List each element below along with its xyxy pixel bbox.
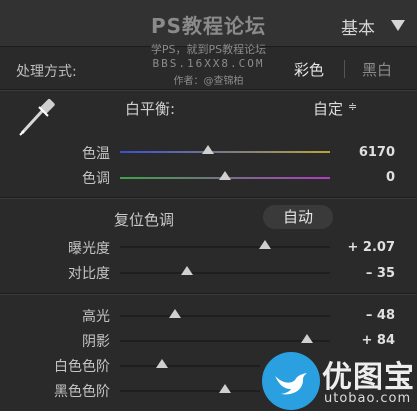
reset-tone-label[interactable]: 复位色调 bbox=[114, 209, 174, 230]
whites-slider[interactable] bbox=[120, 359, 260, 368]
shadows-value[interactable]: + 84 bbox=[361, 333, 395, 348]
panel-title: 基本 bbox=[341, 19, 375, 39]
highlights-slider[interactable] bbox=[120, 309, 330, 318]
exposure-slider-thumb[interactable] bbox=[258, 240, 271, 249]
contrast-label: 对比度 bbox=[68, 266, 110, 282]
select-arrows-icon[interactable]: ≑ bbox=[348, 100, 357, 113]
whites-slider-thumb[interactable] bbox=[156, 359, 168, 368]
tint-slider-thumb[interactable] bbox=[219, 171, 231, 180]
watermark-line-1: 学PS，就到PS教程论坛 bbox=[150, 43, 267, 56]
treatment-label: 处理方式: bbox=[16, 64, 77, 80]
highlights-value[interactable]: – 48 bbox=[366, 308, 395, 323]
blacks-slider[interactable] bbox=[120, 384, 260, 393]
section-divider bbox=[0, 293, 417, 295]
shadows-slider[interactable] bbox=[120, 334, 330, 343]
shadows-label: 阴影 bbox=[82, 334, 110, 350]
section-divider bbox=[0, 89, 417, 91]
white-balance-select[interactable]: 自定 bbox=[313, 98, 343, 119]
bird-icon bbox=[275, 373, 307, 395]
eyedropper-icon[interactable] bbox=[14, 95, 60, 137]
basic-panel: PS教程论坛 基本 学PS，就到PS教程论坛 BBS.16XX8.COM 作者：… bbox=[0, 0, 417, 411]
blacks-label: 黑色色阶 bbox=[54, 384, 110, 400]
collapse-triangle-icon[interactable] bbox=[391, 20, 405, 31]
contrast-value[interactable]: – 35 bbox=[366, 266, 395, 281]
temperature-label: 色温 bbox=[82, 146, 110, 162]
temperature-slider-thumb[interactable] bbox=[202, 145, 215, 154]
blacks-slider-thumb[interactable] bbox=[219, 384, 231, 393]
exposure-value[interactable]: + 2.07 bbox=[348, 240, 396, 255]
exposure-label: 曝光度 bbox=[68, 241, 110, 257]
exposure-slider[interactable] bbox=[120, 240, 330, 249]
logo-text: 优图宝 bbox=[322, 360, 415, 395]
logo-badge bbox=[262, 352, 320, 410]
temperature-slider[interactable] bbox=[120, 145, 330, 154]
logo-url: utobao.com bbox=[324, 391, 412, 406]
tint-value[interactable]: 0 bbox=[386, 170, 395, 185]
highlights-slider-thumb[interactable] bbox=[168, 309, 181, 318]
section-divider bbox=[0, 197, 417, 199]
highlights-label: 高光 bbox=[82, 309, 110, 325]
tint-slider[interactable] bbox=[120, 171, 330, 180]
tint-label: 色调 bbox=[82, 171, 110, 187]
treatment-separator bbox=[344, 60, 345, 78]
white-balance-label: 白平衡: bbox=[125, 100, 176, 118]
auto-tone-button[interactable]: 自动 bbox=[263, 205, 333, 229]
whites-label: 白色色阶 bbox=[54, 359, 110, 375]
temperature-value[interactable]: 6170 bbox=[359, 145, 395, 160]
contrast-slider-thumb[interactable] bbox=[181, 266, 194, 275]
contrast-slider[interactable] bbox=[120, 266, 330, 275]
treatment-color-button[interactable]: 彩色 bbox=[294, 59, 324, 80]
panel-header[interactable]: PS教程论坛 基本 bbox=[0, 0, 417, 47]
shadows-slider-thumb[interactable] bbox=[300, 334, 313, 343]
treatment-bw-button[interactable]: 黑白 bbox=[362, 59, 392, 80]
